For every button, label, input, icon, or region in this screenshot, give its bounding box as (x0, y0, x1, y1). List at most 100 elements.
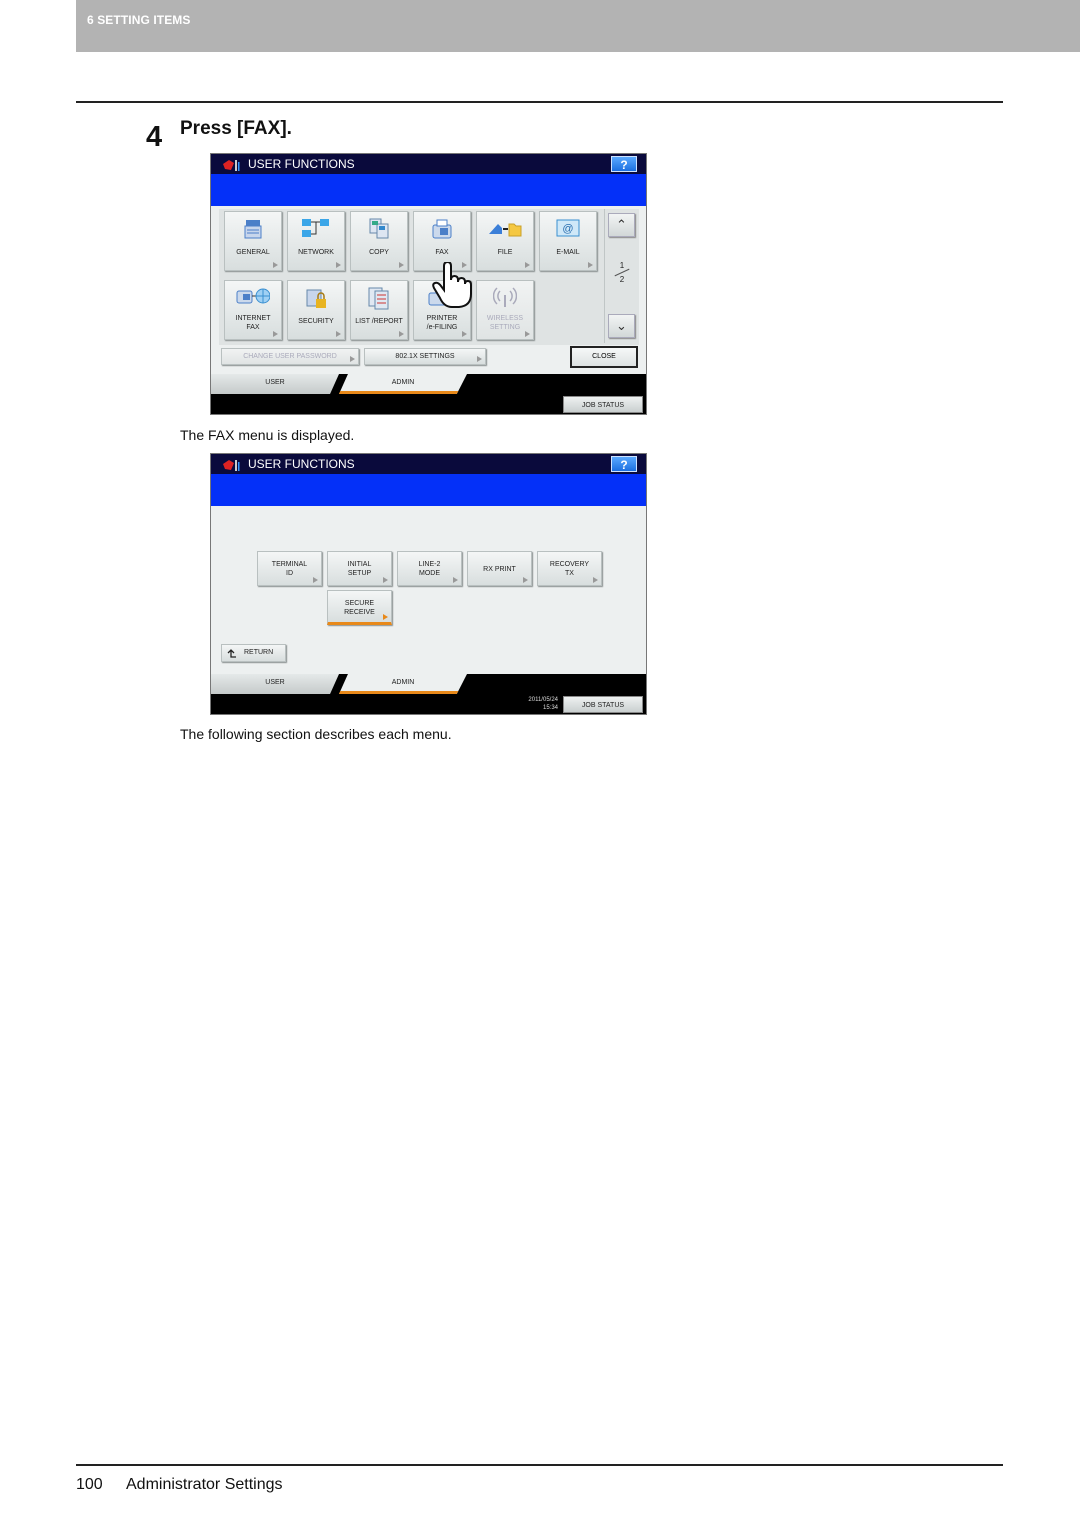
security-button[interactable]: SECURITY (287, 280, 345, 340)
file-button[interactable]: FILE (476, 211, 534, 271)
tab-user[interactable]: USER (211, 374, 339, 394)
hand-pointer-icon (432, 262, 472, 308)
file-folder-icon (489, 223, 522, 237)
terminal-label-2: ID (286, 570, 293, 577)
step-number: 4 (146, 121, 163, 153)
date-time: 2011/05/24 15:34 (528, 696, 558, 712)
8021x-settings-button[interactable]: 802.1X SETTINGS (364, 348, 486, 365)
change-user-password-button: CHANGE USER PASSWORD (221, 348, 359, 365)
help-button[interactable]: ? (611, 456, 637, 472)
security-lock-icon (306, 289, 326, 308)
change-password-label: CHANGE USER PASSWORD (243, 353, 337, 360)
copy-button[interactable]: COPY (350, 211, 408, 271)
email-label: E-MAIL (556, 249, 580, 256)
arrow-icon (462, 331, 467, 337)
return-label: RETURN (244, 649, 274, 656)
tab-admin[interactable]: ADMIN (339, 374, 467, 394)
wireless-setting-button: WIRELESS SETTING (476, 280, 534, 340)
close-button[interactable]: CLOSE (570, 346, 638, 368)
scroll-up-button[interactable]: ⌃ (608, 213, 635, 237)
copy-icon (369, 218, 389, 239)
fax-icon (432, 219, 452, 239)
return-button[interactable]: RETURN (221, 644, 286, 662)
footer-title: Administrator Settings (126, 1476, 283, 1493)
list-report-icon (368, 287, 389, 310)
job-status-button[interactable]: JOB STATUS (563, 396, 643, 413)
svg-text:@: @ (562, 223, 573, 235)
list-report-button[interactable]: LIST /REPORT (350, 280, 408, 340)
email-icon: @ (556, 219, 580, 237)
fax-menu-area: TERMINAL ID INITIAL SETUP LINE-2 MODE RX PR… (211, 506, 646, 674)
terminal-label-1: TERMINAL (271, 561, 308, 568)
caption-following-section: The following section describes each men… (180, 726, 452, 742)
security-label: SECURITY (298, 318, 334, 325)
email-button[interactable]: @ E-MAIL (539, 211, 597, 271)
arrow-icon (525, 331, 530, 337)
initial-setup-button[interactable]: INITIAL SETUP (327, 551, 392, 586)
help-button[interactable]: ? (611, 156, 637, 172)
message-band (211, 174, 646, 206)
copier-icon (244, 220, 262, 239)
section-header: 6 SETTING ITEMS (76, 0, 1080, 52)
secure-label-2: RECEIVE (344, 609, 375, 616)
arrow-icon (399, 262, 404, 268)
caption-fax-menu: The FAX menu is displayed. (180, 427, 355, 443)
wireless-label-1: WIRELESS (486, 315, 524, 322)
status-bar: JOB STATUS (211, 394, 646, 414)
internet-fax-button[interactable]: INTERNET FAX (224, 280, 282, 340)
8021x-settings-label: 802.1X SETTINGS (395, 353, 455, 360)
step-title: Press [FAX]. (180, 118, 292, 139)
user-functions-screen: USER FUNCTIONS ? GENERAL NETWORK COPY FA… (210, 153, 647, 415)
arrow-icon (383, 577, 388, 583)
return-arrow-icon (227, 649, 236, 658)
top-rule (76, 101, 1003, 103)
screen-title: USER FUNCTIONS (248, 457, 355, 471)
arrow-icon (399, 331, 404, 337)
arrow-icon (336, 331, 341, 337)
arrow-icon (336, 262, 341, 268)
job-status-button[interactable]: JOB STATUS (563, 696, 643, 713)
message-band (211, 474, 646, 506)
internet-fax-icon (236, 288, 270, 304)
terminal-id-button[interactable]: TERMINAL ID (257, 551, 322, 586)
general-button[interactable]: GENERAL (224, 211, 282, 271)
recovery-label-1: RECOVERY (549, 561, 590, 568)
mode-tabs: USER ADMIN (211, 674, 646, 694)
initial-label-2: SETUP (347, 570, 372, 577)
secure-label-1: SECURE (344, 600, 375, 607)
line2-mode-button[interactable]: LINE-2 MODE (397, 551, 462, 586)
internet-fax-label-1: INTERNET (235, 315, 271, 322)
bottom-rule (76, 1464, 1003, 1466)
arrow-icon (350, 356, 355, 362)
arrow-icon (383, 614, 388, 620)
rx-print-button[interactable]: RX PRINT (467, 551, 532, 586)
date: 2011/05/24 (528, 697, 558, 703)
recovery-tx-button[interactable]: RECOVERY TX (537, 551, 602, 586)
secure-receive-button[interactable]: SECURE RECEIVE (327, 590, 392, 625)
arrow-icon (453, 577, 458, 583)
tab-user[interactable]: USER (211, 674, 339, 694)
fax-menu-screen: USER FUNCTIONS ? TERMINAL ID INITIAL SETUP… (210, 453, 647, 715)
mode-tabs: USER ADMIN (211, 374, 646, 394)
arrow-icon (477, 356, 482, 362)
printer-label-1: PRINTER (426, 315, 458, 322)
arrow-icon (273, 262, 278, 268)
line2-label-2: MODE (419, 570, 440, 577)
general-label: GENERAL (236, 249, 270, 256)
section-label: 6 SETTING ITEMS (87, 13, 191, 27)
list-report-label: LIST /REPORT (355, 318, 403, 325)
recovery-label-2: TX (565, 570, 574, 577)
rx-print-label: RX PRINT (483, 566, 516, 573)
arrow-icon (273, 331, 278, 337)
wireless-icon (493, 287, 517, 307)
arrow-icon (313, 577, 318, 583)
toolbox-icon (223, 160, 240, 171)
screen-title: USER FUNCTIONS (248, 157, 355, 171)
title-bar: USER FUNCTIONS ? (211, 454, 646, 474)
page-number: 100 (76, 1476, 103, 1493)
tab-admin[interactable]: ADMIN (339, 674, 467, 694)
line2-label-1: LINE-2 (418, 561, 441, 568)
network-button[interactable]: NETWORK (287, 211, 345, 271)
time: 15:34 (542, 705, 558, 711)
scroll-down-button[interactable]: ⌄ (608, 314, 635, 338)
